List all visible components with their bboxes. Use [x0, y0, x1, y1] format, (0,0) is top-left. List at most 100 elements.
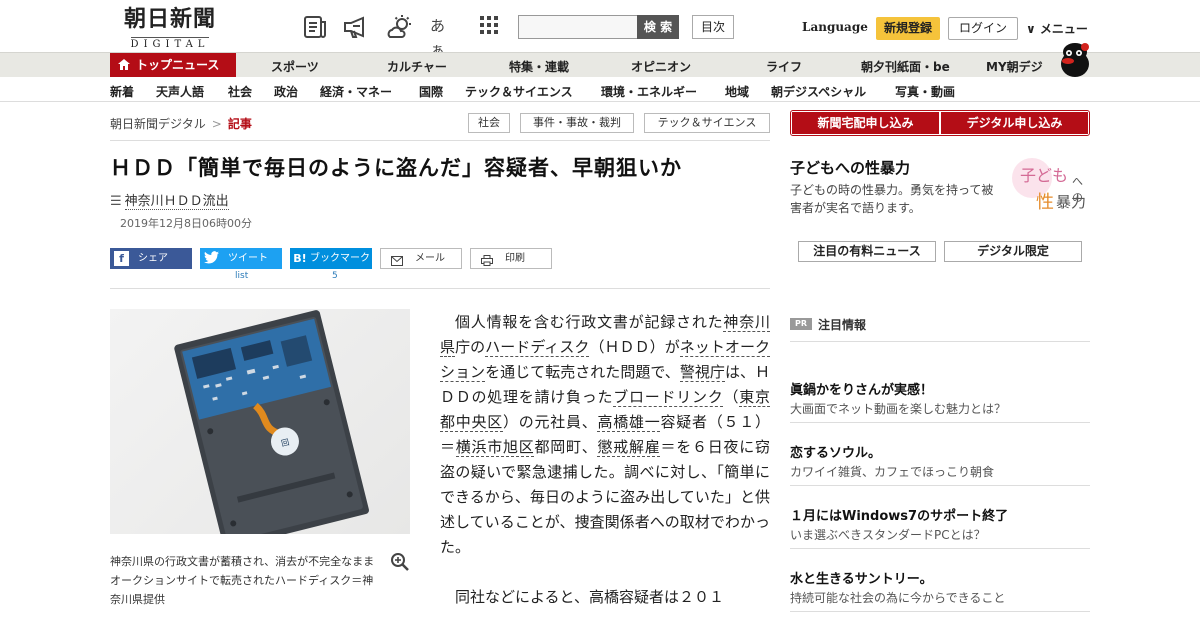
nav-top-news[interactable]: トップニュース	[110, 53, 236, 78]
nav-environment[interactable]: 環境・エネルギー	[601, 83, 697, 100]
nav-tech-science[interactable]: テック＆サイエンス	[465, 83, 573, 100]
digital-subscribe-button[interactable]: デジタル申し込み	[941, 112, 1088, 134]
twitter-bird-icon	[204, 251, 219, 266]
megaphone-icon[interactable]	[342, 14, 370, 40]
hatena-bookmark-button[interactable]: B! ブックマーク	[290, 248, 372, 269]
tweet-count[interactable]: list	[235, 271, 248, 281]
print-button[interactable]: 印刷	[470, 248, 552, 269]
tag-society[interactable]: 社会	[468, 113, 510, 133]
language-link[interactable]: Language	[802, 20, 868, 34]
mail-button[interactable]: メール	[380, 248, 462, 269]
nav-international[interactable]: 国際	[419, 83, 443, 100]
paragraph-text: 個人情報を含む行政文書が記録された	[455, 313, 724, 331]
signup-button[interactable]: 新規登録	[876, 17, 940, 40]
asahi-digital-logo[interactable]: 朝日新聞 DIGITAL	[110, 6, 230, 50]
series-link[interactable]: ☰ 神奈川ＨＤＤ流出	[110, 190, 229, 210]
pr-badge: PR	[790, 318, 812, 330]
inline-keyword-link[interactable]: ブロードリンク	[613, 388, 724, 407]
article-date: 2019年12月8日06時00分	[120, 217, 252, 230]
hatena-icon: B!	[293, 252, 307, 265]
promo-description[interactable]: 子どもの時の性暴力。勇気を持って被害者が実名で語ります。	[790, 181, 1005, 217]
nav-special[interactable]: 朝デジスペシャル	[771, 83, 866, 100]
pr-item-title: 眞鍋かをりさんが実感！	[790, 383, 934, 398]
search-input[interactable]	[518, 15, 638, 39]
nav-tenseijingo[interactable]: 天声人語	[156, 83, 204, 100]
inline-keyword-link[interactable]: 警視庁	[679, 363, 725, 382]
breadcrumb-home[interactable]: 朝日新聞デジタル	[110, 117, 206, 131]
nav-region[interactable]: 地域	[725, 83, 749, 100]
newspaper-subscribe-button[interactable]: 新聞宅配申し込み	[792, 112, 939, 134]
logo-text-en: DIGITAL	[130, 37, 210, 50]
article-headline: ＨＤＤ「簡単で毎日のように盗んだ」容疑者、早朝狙いか	[110, 156, 682, 180]
pr-item-title: 恋するソウル。	[790, 446, 882, 461]
hard-disk-drive-photo[interactable]: 回	[110, 309, 410, 534]
nav-latest[interactable]: 新着	[110, 83, 134, 100]
pr-item[interactable]: １月にはWindows7のサポート終了 いま選ぶべきスタンダードPCとは？	[790, 499, 1090, 549]
divider	[110, 288, 770, 289]
zoom-icon[interactable]	[390, 552, 410, 572]
nav-newspaper-be[interactable]: 朝夕刊紙面・be	[861, 58, 950, 75]
facebook-share-button[interactable]: f シェア	[110, 248, 192, 269]
pr-item-desc: いま選ぶべきスタンダードPCとは？	[790, 528, 986, 542]
inline-keyword-link[interactable]: 高橋雄一	[597, 413, 661, 432]
nav-economy[interactable]: 経済・マネー	[320, 83, 392, 100]
nav-sports[interactable]: スポーツ	[271, 58, 319, 75]
promo-art-text-c: 性	[1036, 192, 1054, 213]
login-button[interactable]: ログイン	[948, 17, 1018, 40]
top-header: 朝日新聞 DIGITAL あぁ 検 索 目次 Language 新規登録 ログイ…	[0, 0, 1200, 59]
nav-society[interactable]: 社会	[228, 83, 252, 100]
home-icon	[118, 54, 130, 79]
promo-art-text-d: 暴力	[1056, 193, 1087, 211]
pr-section-header: PR 注目情報	[790, 305, 1090, 342]
mascot-icon[interactable]	[1058, 42, 1092, 78]
search-button[interactable]: 検 索	[637, 15, 679, 39]
secondary-nav: 新着 天声人語 社会 政治 経済・マネー 国際 テック＆サイエンス 環境・エネル…	[0, 77, 1200, 102]
tag-tech-science[interactable]: テック＆サイエンス	[644, 113, 770, 133]
paragraph-text: （ＨＤＤ）が	[589, 338, 680, 356]
print-icon	[481, 253, 493, 272]
inline-keyword-link[interactable]: 横浜市旭区	[455, 438, 535, 457]
breadcrumb-separator: >	[211, 117, 222, 131]
nav-life[interactable]: ライフ	[766, 58, 802, 75]
paragraph-text: ）の元社員、	[503, 413, 598, 431]
paid-news-button[interactable]: 注目の有料ニュース	[798, 241, 936, 262]
pr-item-title: 水と生きるサントリー。	[790, 572, 933, 587]
series-label: 神奈川ＨＤＤ流出	[124, 194, 229, 210]
paragraph-text: を通じて転売された問題で、	[485, 363, 680, 381]
paragraph-text: （	[723, 388, 740, 406]
pr-item[interactable]: 水と生きるサントリー。 持続可能な社会の為に今からできること	[790, 562, 1090, 612]
tweet-label: ツイート	[228, 253, 268, 264]
pr-item[interactable]: 恋するソウル。 カワイイ雑貨、カフェでほっこり朝食	[790, 436, 1090, 486]
hatena-count[interactable]: 5	[332, 271, 338, 281]
tag-incidents[interactable]: 事件・事故・裁判	[520, 113, 634, 133]
toc-button[interactable]: 目次	[692, 15, 734, 39]
pr-section-title: 注目情報	[818, 318, 867, 332]
article-paragraph: 個人情報を含む行政文書が記録された神奈川県庁のハードディスク（ＨＤＤ）がネットオ…	[440, 310, 770, 560]
breadcrumb: 朝日新聞デジタル > 記事	[110, 115, 252, 132]
facebook-share-label: シェア	[138, 253, 168, 264]
nav-politics[interactable]: 政治	[274, 83, 298, 100]
nav-culture[interactable]: カルチャー	[387, 58, 447, 75]
newspaper-icon[interactable]	[302, 14, 330, 40]
paragraph-text: 都岡町、	[534, 438, 598, 456]
list-icon: ☰	[110, 194, 122, 209]
promo-title[interactable]: 子どもへの性暴力	[790, 157, 910, 178]
menu-button[interactable]: ∨ メニュー	[1026, 20, 1088, 37]
grid-icon[interactable]	[478, 14, 506, 40]
nav-my-asadigi[interactable]: MY朝デジ	[986, 58, 1043, 75]
digital-only-button[interactable]: デジタル限定	[944, 241, 1082, 262]
nav-photo-video[interactable]: 写真・動画	[895, 83, 955, 100]
breadcrumb-current: 記事	[227, 117, 252, 131]
pr-item[interactable]: 眞鍋かをりさんが実感！ 大画面でネット動画を楽しむ魅力とは？	[790, 373, 1090, 423]
tweet-button[interactable]: ツイート	[200, 248, 282, 269]
inline-keyword-link[interactable]: 懲戒解雇	[597, 438, 661, 457]
inline-keyword-link[interactable]: ハードディスク	[485, 338, 590, 357]
article-paragraph: 同社などによると、高橋容疑者は２０１	[455, 588, 724, 606]
font-size-icon[interactable]: あぁ	[430, 14, 458, 59]
nav-opinion[interactable]: オピニオン	[631, 58, 691, 75]
weather-icon[interactable]	[386, 14, 414, 40]
logo-text-jp: 朝日新聞	[123, 6, 216, 32]
promo-illustration[interactable]: 子ども への 性 暴力	[1010, 158, 1090, 214]
nav-top-news-label: トップニュース	[136, 58, 220, 72]
nav-features[interactable]: 特集・連載	[509, 58, 569, 75]
